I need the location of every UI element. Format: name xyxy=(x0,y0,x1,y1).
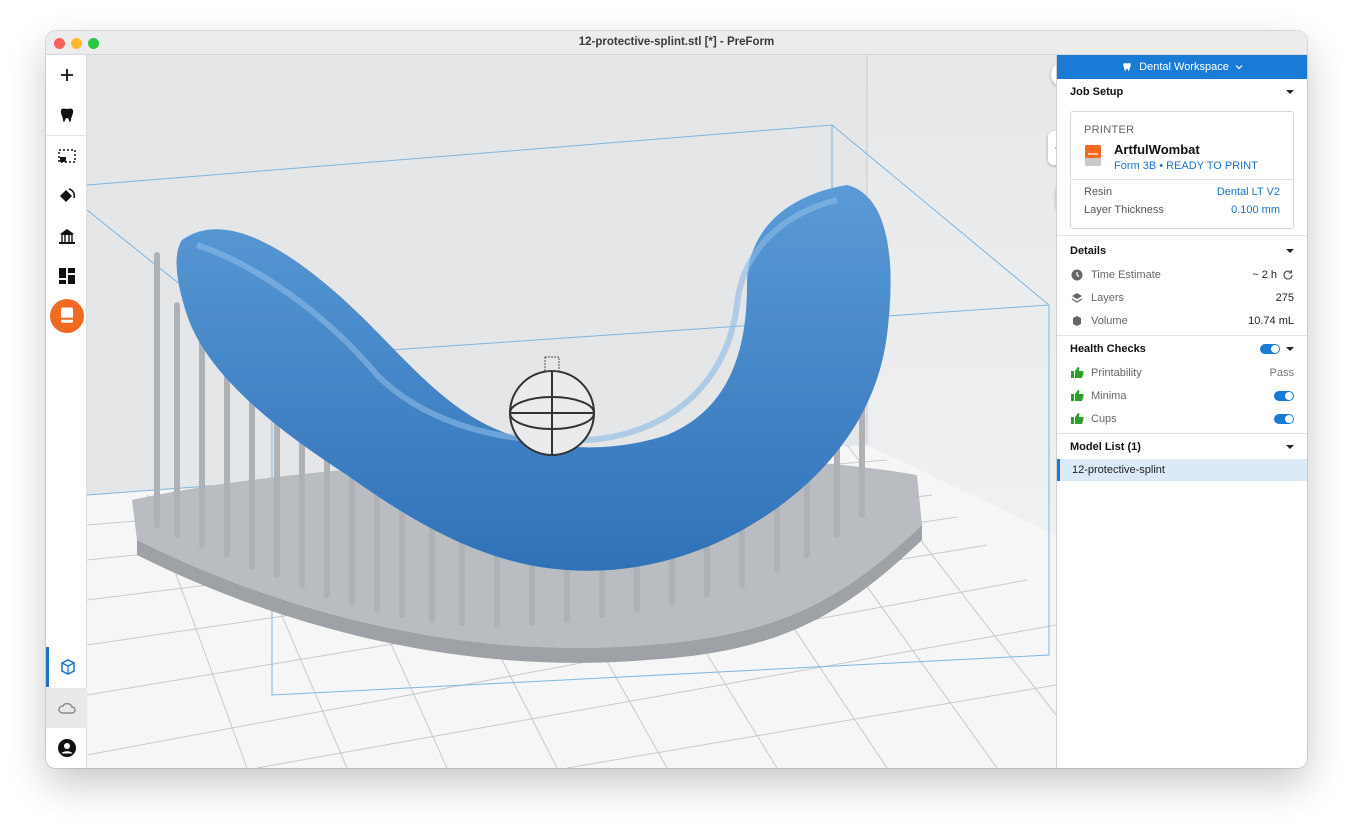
volume-label: Volume xyxy=(1091,314,1128,327)
section-divider xyxy=(1057,235,1307,236)
time-estimate-label: Time Estimate xyxy=(1091,268,1161,281)
job-setup-header[interactable]: Job Setup xyxy=(1057,79,1307,104)
thumbs-up-icon xyxy=(1070,413,1084,424)
job-setup-title: Job Setup xyxy=(1070,85,1124,98)
model-list-header[interactable]: Model List (1) xyxy=(1057,434,1307,459)
time-estimate-row: Time Estimate ~ 2 h xyxy=(1057,263,1307,286)
dental-button[interactable] xyxy=(46,95,87,135)
right-panel: Dental Workspace Job Setup PRINTER Artfu… xyxy=(1056,55,1307,768)
volume-row: Volume 10.74 mL xyxy=(1057,309,1307,332)
details-title: Details xyxy=(1070,244,1107,257)
details-header[interactable]: Details xyxy=(1057,238,1307,263)
rotation-gizmo xyxy=(509,370,595,456)
printer-card[interactable]: PRINTER ArtfulWombat Form 3B • READY TO … xyxy=(1070,111,1294,229)
cups-label: Cups xyxy=(1091,412,1117,425)
supports-button[interactable] xyxy=(46,216,87,256)
layers-icon xyxy=(1071,292,1083,303)
printer-status: Form 3B • READY TO PRINT xyxy=(1114,160,1258,172)
health-checks-toggle[interactable] xyxy=(1260,343,1280,354)
layers-row: Layers 275 xyxy=(1057,286,1307,309)
layout-button[interactable] xyxy=(46,256,87,296)
list-item[interactable]: 12-protective-splint xyxy=(1057,459,1307,481)
resin-row[interactable]: Resin Dental LT V2 xyxy=(1084,186,1280,198)
resin-value[interactable]: Dental LT V2 xyxy=(1217,186,1280,198)
dashboard-button[interactable] xyxy=(46,688,87,728)
volume-icon xyxy=(1073,315,1081,326)
printer-label: PRINTER xyxy=(1084,124,1135,136)
layers-value: 275 xyxy=(1275,291,1294,304)
model-list-title: Model List (1) xyxy=(1070,440,1141,453)
scene-icon xyxy=(61,659,75,675)
minima-toggle[interactable] xyxy=(1274,390,1294,401)
tooth-icon xyxy=(60,108,73,122)
scene-button[interactable] xyxy=(46,647,87,687)
account-button[interactable] xyxy=(46,728,87,768)
orient-button[interactable] xyxy=(46,176,87,216)
minima-label: Minima xyxy=(1091,389,1127,402)
chevron-down-icon xyxy=(1235,65,1243,70)
select-icon xyxy=(57,149,76,163)
printability-row: Printability Pass xyxy=(1057,361,1307,384)
add-icon xyxy=(60,69,73,81)
workspace-label: Dental Workspace xyxy=(1139,61,1229,73)
layout-icon xyxy=(58,268,75,284)
thumbs-up-icon xyxy=(1070,390,1084,401)
title-bar: 12-protective-splint.stl [*] - PreForm xyxy=(46,31,1307,55)
printer-icon xyxy=(1085,145,1101,166)
layer-thickness-label: Layer Thickness xyxy=(1084,204,1164,216)
layer-thickness-value[interactable]: 0.100 mm xyxy=(1231,204,1280,216)
add-button[interactable] xyxy=(46,55,87,95)
volume-value: 10.74 mL xyxy=(1248,314,1294,327)
select-button[interactable] xyxy=(46,136,87,176)
refresh-icon[interactable] xyxy=(1282,269,1294,281)
caret-down-icon xyxy=(1286,248,1294,253)
time-estimate-value: ~ 2 h xyxy=(1252,268,1277,281)
layers-label: Layers xyxy=(1091,291,1125,304)
caret-down-icon xyxy=(1286,89,1294,94)
print-button[interactable] xyxy=(46,296,87,336)
workspace-selector[interactable]: Dental Workspace xyxy=(1057,55,1307,79)
app-window: 12-protective-splint.stl [*] - PreForm D… xyxy=(46,31,1307,768)
printability-label: Printability xyxy=(1091,366,1142,379)
window-title: 12-protective-splint.stl [*] - PreForm xyxy=(578,36,775,48)
resin-label: Resin xyxy=(1084,186,1113,198)
cups-row: Cups xyxy=(1057,407,1307,430)
account-icon xyxy=(57,739,76,757)
caret-down-icon xyxy=(1286,444,1294,449)
clock-icon xyxy=(1071,269,1083,280)
scene-canvas xyxy=(87,55,1056,768)
supports-icon xyxy=(58,229,75,244)
orient-icon xyxy=(59,188,75,202)
print-icon xyxy=(49,299,84,333)
tooth-icon xyxy=(1123,63,1131,72)
left-toolbar xyxy=(46,55,87,768)
minima-row: Minima xyxy=(1057,384,1307,407)
printer-card-divider xyxy=(1071,179,1293,180)
cloud-icon xyxy=(57,702,76,714)
health-checks-title: Health Checks xyxy=(1070,342,1146,355)
layer-thickness-row[interactable]: Layer Thickness 0.100 mm xyxy=(1084,204,1280,216)
3d-viewport[interactable]: + − xyxy=(87,55,1056,768)
printability-value: Pass xyxy=(1269,366,1294,379)
cups-toggle[interactable] xyxy=(1274,413,1294,424)
caret-down-icon xyxy=(1286,346,1294,351)
printer-name: ArtfulWombat xyxy=(1114,142,1200,157)
health-checks-header[interactable]: Health Checks xyxy=(1057,336,1307,361)
view-cube-control[interactable] xyxy=(1048,131,1056,165)
thumbs-up-icon xyxy=(1070,367,1084,378)
